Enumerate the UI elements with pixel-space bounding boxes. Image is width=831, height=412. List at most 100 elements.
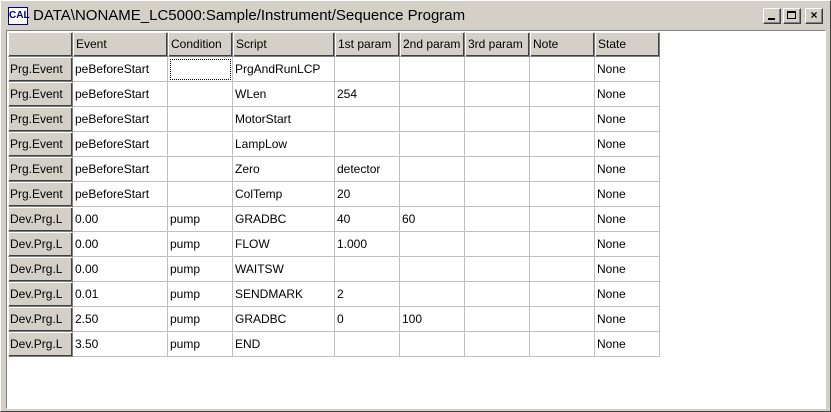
- state-cell[interactable]: None: [595, 257, 660, 282]
- condition-cell[interactable]: [168, 182, 233, 207]
- event-cell[interactable]: 0.00: [73, 232, 168, 257]
- event-cell[interactable]: peBeforeStart: [73, 157, 168, 182]
- param3-cell[interactable]: [465, 207, 530, 232]
- note-cell[interactable]: [530, 307, 595, 332]
- note-cell[interactable]: [530, 82, 595, 107]
- param3-cell[interactable]: [465, 157, 530, 182]
- script-cell[interactable]: MotorStart: [233, 107, 335, 132]
- note-cell[interactable]: [530, 57, 595, 82]
- param3-cell[interactable]: [465, 332, 530, 357]
- param2-cell[interactable]: [400, 82, 465, 107]
- minimize-button[interactable]: [763, 8, 781, 24]
- event-cell[interactable]: 0.00: [73, 257, 168, 282]
- column-header-param1[interactable]: 1st param: [335, 32, 400, 57]
- column-header-script[interactable]: Script: [233, 32, 335, 57]
- event-cell[interactable]: 0.00: [73, 207, 168, 232]
- param3-cell[interactable]: [465, 82, 530, 107]
- state-cell[interactable]: None: [595, 182, 660, 207]
- script-cell[interactable]: WAITSW: [233, 257, 335, 282]
- sequence-grid-area[interactable]: Event Condition Script 1st param 2nd param 3r…: [6, 30, 826, 409]
- script-cell[interactable]: FLOW: [233, 232, 335, 257]
- param3-cell[interactable]: [465, 257, 530, 282]
- note-cell[interactable]: [530, 157, 595, 182]
- condition-cell[interactable]: pump: [168, 307, 233, 332]
- param2-cell[interactable]: 60: [400, 207, 465, 232]
- state-cell[interactable]: None: [595, 157, 660, 182]
- calc-app-icon[interactable]: CAL: [8, 7, 30, 25]
- condition-cell[interactable]: pump: [168, 282, 233, 307]
- state-cell[interactable]: None: [595, 132, 660, 157]
- condition-cell[interactable]: [168, 82, 233, 107]
- column-header-event[interactable]: Event: [73, 32, 168, 57]
- state-cell[interactable]: None: [595, 107, 660, 132]
- script-cell[interactable]: LampLow: [233, 132, 335, 157]
- condition-cell[interactable]: pump: [168, 207, 233, 232]
- script-cell[interactable]: GRADBC: [233, 307, 335, 332]
- state-cell[interactable]: None: [595, 282, 660, 307]
- param1-cell[interactable]: [335, 107, 400, 132]
- condition-cell[interactable]: [168, 157, 233, 182]
- param2-cell[interactable]: 100: [400, 307, 465, 332]
- param2-cell[interactable]: [400, 132, 465, 157]
- condition-cell[interactable]: [168, 132, 233, 157]
- condition-cell[interactable]: [168, 107, 233, 132]
- param1-cell[interactable]: 0: [335, 307, 400, 332]
- event-cell[interactable]: peBeforeStart: [73, 132, 168, 157]
- param3-cell[interactable]: [465, 57, 530, 82]
- note-cell[interactable]: [530, 232, 595, 257]
- note-cell[interactable]: [530, 257, 595, 282]
- param2-cell[interactable]: [400, 107, 465, 132]
- column-header-param2[interactable]: 2nd param: [400, 32, 465, 57]
- param2-cell[interactable]: [400, 257, 465, 282]
- param1-cell[interactable]: [335, 132, 400, 157]
- param3-cell[interactable]: [465, 307, 530, 332]
- param3-cell[interactable]: [465, 107, 530, 132]
- param2-cell[interactable]: [400, 232, 465, 257]
- param2-cell[interactable]: [400, 282, 465, 307]
- state-cell[interactable]: None: [595, 57, 660, 82]
- event-cell[interactable]: 3.50: [73, 332, 168, 357]
- condition-cell[interactable]: pump: [168, 257, 233, 282]
- param3-cell[interactable]: [465, 182, 530, 207]
- param1-cell[interactable]: detector: [335, 157, 400, 182]
- state-cell[interactable]: None: [595, 307, 660, 332]
- note-cell[interactable]: [530, 182, 595, 207]
- param3-cell[interactable]: [465, 132, 530, 157]
- note-cell[interactable]: [530, 132, 595, 157]
- column-header-state[interactable]: State: [595, 32, 660, 57]
- row-header-cell[interactable]: Prg.Event: [8, 182, 73, 207]
- row-header-cell[interactable]: Dev.Prg.L: [8, 332, 73, 357]
- row-header-cell[interactable]: Prg.Event: [8, 82, 73, 107]
- event-cell[interactable]: peBeforeStart: [73, 57, 168, 82]
- param1-cell[interactable]: [335, 257, 400, 282]
- maximize-button[interactable]: [783, 8, 801, 24]
- note-cell[interactable]: [530, 107, 595, 132]
- row-header-cell[interactable]: Dev.Prg.L: [8, 257, 73, 282]
- column-header-param3[interactable]: 3rd param: [465, 32, 530, 57]
- script-cell[interactable]: SENDMARK: [233, 282, 335, 307]
- note-cell[interactable]: [530, 207, 595, 232]
- row-header-cell[interactable]: Prg.Event: [8, 57, 73, 82]
- param3-cell[interactable]: [465, 282, 530, 307]
- param1-cell[interactable]: 1.000: [335, 232, 400, 257]
- param2-cell[interactable]: [400, 182, 465, 207]
- note-cell[interactable]: [530, 332, 595, 357]
- title-bar[interactable]: CAL DATA\NONAME_LC5000:Sample/Instrument…: [4, 4, 827, 28]
- script-cell[interactable]: END: [233, 332, 335, 357]
- script-cell[interactable]: ColTemp: [233, 182, 335, 207]
- param2-cell[interactable]: [400, 157, 465, 182]
- param1-cell[interactable]: [335, 332, 400, 357]
- column-header-note[interactable]: Note: [530, 32, 595, 57]
- note-cell[interactable]: [530, 282, 595, 307]
- param2-cell[interactable]: [400, 332, 465, 357]
- event-cell[interactable]: peBeforeStart: [73, 82, 168, 107]
- event-cell[interactable]: peBeforeStart: [73, 182, 168, 207]
- param1-cell[interactable]: 40: [335, 207, 400, 232]
- param1-cell[interactable]: [335, 57, 400, 82]
- script-cell[interactable]: WLen: [233, 82, 335, 107]
- condition-cell[interactable]: pump: [168, 232, 233, 257]
- row-header-cell[interactable]: Prg.Event: [8, 132, 73, 157]
- state-cell[interactable]: None: [595, 232, 660, 257]
- param1-cell[interactable]: 2: [335, 282, 400, 307]
- row-header-cell[interactable]: Dev.Prg.L: [8, 207, 73, 232]
